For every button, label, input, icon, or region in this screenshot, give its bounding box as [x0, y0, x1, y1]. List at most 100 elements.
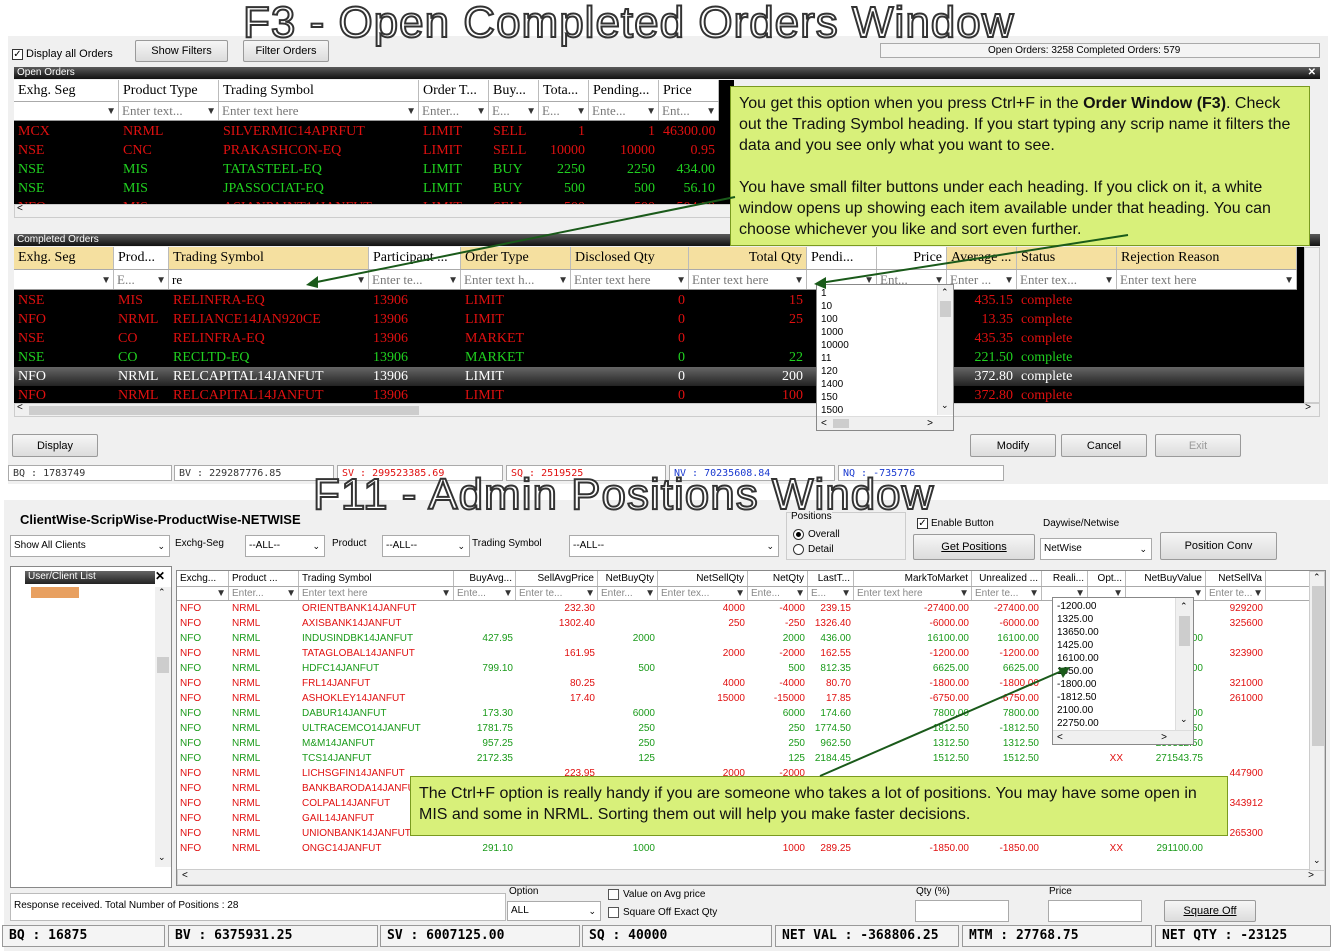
filter-input[interactable]: Enter tex... ▼	[658, 587, 748, 600]
dropdown-option[interactable]: -1812.50	[1055, 691, 1193, 704]
filter-input[interactable]: Ente... ▼	[748, 587, 808, 600]
filter-input[interactable]: ▼	[14, 102, 119, 120]
trading-symbol-select[interactable]: --ALL-- ⌄	[569, 535, 779, 557]
filter-input[interactable]: E... ▼	[114, 270, 169, 289]
filter-icon[interactable]: ▼	[646, 103, 656, 120]
column-header[interactable]: Buy...	[489, 80, 539, 101]
vertical-scrollbar[interactable]	[1304, 247, 1320, 403]
filter-input[interactable]: Ent... ▼	[659, 102, 719, 120]
dropdown-option[interactable]: 1650.00	[1055, 665, 1193, 678]
option-select[interactable]: ALL ⌄	[507, 901, 601, 921]
show-clients-select[interactable]: Show All Clients ⌄	[10, 535, 170, 557]
filter-icon[interactable]: ▼	[286, 587, 296, 600]
get-positions-button[interactable]: Get Positions	[913, 534, 1035, 560]
mtm-filter-dropdown[interactable]: -1200.00 1325.00 13650.00 1425.00 16100.00 16…	[1052, 597, 1194, 745]
column-header[interactable]: Opt...	[1088, 571, 1126, 586]
filter-icon[interactable]: ▼	[1004, 271, 1014, 289]
filter-input[interactable]: re ▼	[169, 270, 369, 289]
modify-button[interactable]: Modify	[970, 434, 1056, 457]
column-header[interactable]: NetBuyQty	[598, 571, 658, 586]
table-row[interactable]: NFO NRML RELCAPITAL14JANFUT 13906 LIMIT 0 200 3…	[14, 367, 1320, 386]
overall-radio[interactable]: Overall	[793, 529, 840, 540]
filter-icon[interactable]: ▼	[1193, 587, 1203, 600]
filter-input[interactable]: ▼	[177, 587, 229, 600]
column-header[interactable]: Price	[877, 247, 947, 269]
table-row[interactable]: NFO NRML ONGC14JANFUT 291.10 1000 1000 289.25 -…	[177, 841, 1325, 856]
dropdown-option[interactable]: 1	[819, 287, 953, 300]
table-row[interactable]: MCX NRML SILVERMIC14APRFUT LIMIT SELL 1 1 46300…	[14, 122, 734, 141]
column-header[interactable]: Unrealized ...	[972, 571, 1042, 586]
scroll-left-icon[interactable]: <	[17, 203, 23, 214]
dropdown-option[interactable]: 150	[819, 391, 953, 404]
filter-icon[interactable]: ▼	[735, 587, 745, 600]
selected-client[interactable]	[31, 587, 79, 598]
display-button[interactable]: Display	[12, 434, 98, 457]
dropdown-option[interactable]: 13650.00	[1055, 626, 1193, 639]
filter-input[interactable]: E... ▼	[489, 102, 539, 120]
column-header[interactable]: Average ...	[947, 247, 1017, 269]
filter-icon[interactable]: ▼	[706, 103, 716, 120]
dropdown-option[interactable]: 1425.00	[1055, 639, 1193, 652]
filter-icon[interactable]: ▼	[448, 271, 458, 289]
column-header[interactable]: Price	[659, 80, 719, 101]
column-header[interactable]: Disclosed Qty	[571, 247, 689, 269]
column-header[interactable]: NetSellQty	[658, 571, 748, 586]
column-header[interactable]: NetQty	[748, 571, 808, 586]
filter-icon[interactable]: ▼	[406, 103, 416, 120]
dropdown-option[interactable]: 1000	[819, 326, 953, 339]
filter-input[interactable]: Enter text here ▼	[854, 587, 972, 600]
dropdown-option[interactable]: 1325.00	[1055, 613, 1193, 626]
column-header[interactable]: Product Type	[119, 80, 219, 101]
dropdown-option[interactable]: 10	[819, 300, 953, 313]
table-row[interactable]: NSE CO RECLTD-EQ 13906 MARKET 0 22 221.50 comple…	[14, 348, 1320, 367]
filter-icon[interactable]: ▼	[645, 587, 655, 600]
filter-icon[interactable]: ▼	[795, 587, 805, 600]
filter-icon[interactable]: ▼	[216, 587, 226, 600]
dropdown-option[interactable]: 100	[819, 313, 953, 326]
column-header[interactable]: Order T...	[419, 80, 489, 101]
table-row[interactable]: NFO NRML TCS14JANFUT 2172.35 125 125 2184.45 15…	[177, 751, 1325, 766]
square-off-exact-checkbox[interactable]: Square Off Exact Qty	[608, 907, 717, 918]
filter-input[interactable]: Enter te... ▼	[972, 587, 1042, 600]
product-select[interactable]: --ALL-- ⌄	[382, 535, 470, 557]
dropdown-option[interactable]: 22750.00	[1055, 717, 1193, 730]
filter-input[interactable]: Enter text here ▼	[219, 102, 419, 120]
horizontal-scrollbar[interactable]: < >	[14, 402, 1320, 417]
column-header[interactable]: Pending...	[589, 80, 659, 101]
column-header[interactable]: Total Qty	[689, 247, 807, 269]
table-row[interactable]: NSE MIS TATASTEEL-EQ LIMIT BUY 2250 2250 434.00	[14, 160, 734, 179]
dropdown-option[interactable]: -1800.00	[1055, 678, 1193, 691]
filter-input[interactable]: E... ▼	[539, 102, 589, 120]
column-header[interactable]: Exchg...	[177, 571, 229, 586]
column-header[interactable]: MarkToMarket	[854, 571, 972, 586]
filter-icon[interactable]: ▼	[576, 103, 586, 120]
cancel-button[interactable]: Cancel	[1061, 434, 1147, 457]
column-header[interactable]: Exhg. Seg	[14, 247, 114, 269]
column-header[interactable]: Reali...	[1042, 571, 1088, 586]
table-row[interactable]: NSE CO RELINFRA-EQ 13906 MARKET 0 435.35 comple…	[14, 329, 1320, 348]
filter-input[interactable]: Enter... ▼	[598, 587, 658, 600]
vertical-scrollbar[interactable]: ⌃ ⌄	[1309, 571, 1325, 871]
filter-input[interactable]: Ente... ▼	[589, 102, 659, 120]
filter-input[interactable]: E... ▼	[808, 587, 854, 600]
filter-icon[interactable]: ▼	[1284, 271, 1294, 289]
dropdown-option[interactable]: 120	[819, 365, 953, 378]
filter-icon[interactable]: ▼	[585, 587, 595, 600]
column-header[interactable]: Tota...	[539, 80, 589, 101]
filter-input[interactable]: Enter text here ▼	[1117, 270, 1297, 289]
column-header[interactable]: Trading Symbol	[169, 247, 369, 269]
horizontal-scrollbar[interactable]: < >	[177, 869, 1325, 885]
price-input[interactable]	[1048, 900, 1142, 922]
filter-input[interactable]: Enter te... ▼	[1206, 587, 1266, 600]
filter-input[interactable]: Enter ... ▼	[947, 270, 1017, 289]
qty-pct-input[interactable]	[915, 900, 1009, 922]
square-off-button[interactable]: Square Off	[1164, 900, 1256, 922]
filter-icon[interactable]: ▼	[356, 271, 366, 289]
value-on-avg-checkbox[interactable]: Value on Avg price	[608, 889, 705, 900]
column-header[interactable]: Participant ...	[369, 247, 461, 269]
close-icon[interactable]: ✕	[155, 569, 165, 583]
dropdown-option[interactable]: 16100.00	[1055, 652, 1193, 665]
filter-input[interactable]: Enter te... ▼	[516, 587, 598, 600]
filter-icon[interactable]: ▼	[676, 271, 686, 289]
filter-icon[interactable]: ▼	[959, 587, 969, 600]
